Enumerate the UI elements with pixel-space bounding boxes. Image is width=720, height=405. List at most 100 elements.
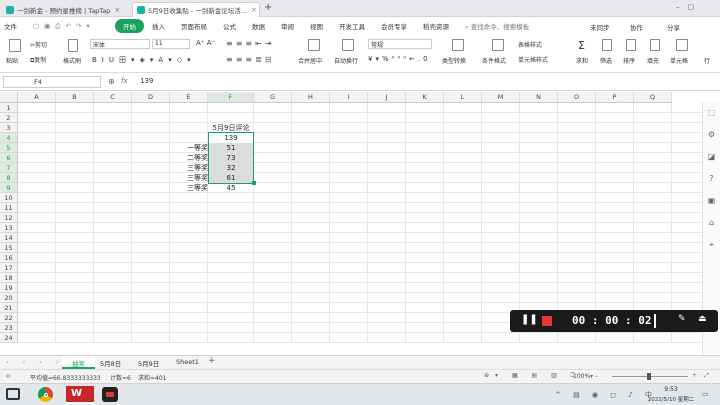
row-header-20[interactable]: 20: [0, 293, 18, 303]
close-icon[interactable]: ×: [251, 6, 257, 14]
cell-f7[interactable]: 32: [208, 163, 254, 173]
row-header-3[interactable]: 3: [0, 123, 18, 133]
merge-center-button[interactable]: 合并居中: [298, 56, 322, 65]
cell-f9[interactable]: 45: [208, 183, 254, 193]
row-header-18[interactable]: 18: [0, 273, 18, 283]
copy-button[interactable]: ⧉复制: [30, 55, 46, 65]
row-header-12[interactable]: 12: [0, 213, 18, 223]
sheet-nav-icons[interactable]: ‹ ‹ › ›: [6, 358, 65, 366]
font-size-select[interactable]: 11: [152, 39, 190, 49]
font-style-icons[interactable]: BIU田▾◈▾A▾◇▾: [92, 55, 196, 65]
view-mode-icons[interactable]: ⊕▾ ▦ ▤ ▥ ⎕: [484, 372, 580, 380]
column-header-n[interactable]: N: [520, 92, 558, 103]
cell-f4[interactable]: 139: [208, 133, 254, 143]
column-header-p[interactable]: P: [596, 92, 634, 103]
formula-input[interactable]: 139: [140, 77, 153, 85]
cell-e6[interactable]: 二等奖: [172, 153, 208, 163]
row-header-6[interactable]: 6: [0, 153, 18, 163]
column-header-j[interactable]: J: [368, 92, 406, 103]
zoom-in-icon[interactable]: +: [692, 372, 697, 379]
column-header-g[interactable]: G: [254, 92, 292, 103]
sheet-tab-sheet1[interactable]: Sheet1: [176, 358, 199, 366]
column-header-f[interactable]: F: [208, 92, 254, 103]
notification-icon[interactable]: ▭: [702, 390, 709, 398]
sum-button[interactable]: 求和: [576, 56, 588, 65]
start-icon[interactable]: [6, 388, 20, 400]
menu-data[interactable]: 数据: [244, 21, 273, 31]
stop-icon[interactable]: [542, 316, 552, 326]
cell-f8[interactable]: 61: [208, 173, 254, 183]
menu-page-layout[interactable]: 页面布局: [173, 21, 215, 31]
menu-member[interactable]: 会员专享: [373, 21, 415, 31]
sync-status[interactable]: 未同步: [590, 22, 610, 32]
menu-view[interactable]: 视图: [302, 21, 331, 31]
search-box[interactable]: ⌕ 查找命令、搜索模板: [457, 21, 537, 32]
new-tab-icon[interactable]: +: [264, 2, 272, 13]
column-header-b[interactable]: B: [56, 92, 94, 103]
column-header-h[interactable]: H: [292, 92, 330, 103]
conditional-format-button[interactable]: 条件格式: [482, 56, 506, 65]
tab-taptap[interactable]: 一剑新金 - 预约星推榜 | TapTap ×: [2, 2, 128, 17]
menu-review[interactable]: 审阅: [273, 21, 302, 31]
font-grow-icons[interactable]: A⁺ A⁻: [196, 39, 215, 47]
row-header-5[interactable]: 5: [0, 143, 18, 153]
sort-button[interactable]: 排序: [623, 56, 635, 65]
fx-icon[interactable]: fx: [121, 77, 128, 85]
image-icon[interactable]: ▣: [703, 190, 720, 212]
wrap-text-button[interactable]: 自动换行: [334, 56, 358, 65]
fullscreen-icon[interactable]: ⤢: [704, 372, 709, 380]
row-header-1[interactable]: 1: [0, 103, 18, 113]
row-header-22[interactable]: 22: [0, 313, 18, 323]
paste-button[interactable]: 粘贴: [6, 56, 18, 65]
cell-e8[interactable]: 三等奖: [172, 173, 208, 183]
cell-f3[interactable]: 5月9日评论: [208, 123, 254, 133]
column-header-l[interactable]: L: [444, 92, 482, 103]
row-header-10[interactable]: 10: [0, 193, 18, 203]
row-header-17[interactable]: 17: [0, 263, 18, 273]
column-header-k[interactable]: K: [406, 92, 444, 103]
bookmark-icon[interactable]: ⌂: [703, 212, 720, 234]
cut-button[interactable]: ✂剪切: [30, 40, 47, 49]
select-icon[interactable]: ⬚: [703, 102, 720, 124]
column-header-d[interactable]: D: [132, 92, 170, 103]
spreadsheet-grid[interactable]: ABCDEFGHIJKLMNOPQ 1 2 3 4 5 6 7 8 9 10 11 12 13 14 15 1…: [0, 92, 720, 355]
row-button[interactable]: 行: [704, 56, 710, 65]
window-controls[interactable]: –▢: [676, 3, 702, 11]
table-style-button[interactable]: 表格样式: [518, 40, 542, 49]
menu-home[interactable]: 开始: [115, 19, 144, 33]
zoom-level[interactable]: 100%: [573, 373, 590, 380]
type-convert-button[interactable]: 类型转换: [442, 56, 466, 65]
share-button[interactable]: 分享: [667, 22, 680, 32]
cell-f5[interactable]: 51: [208, 143, 254, 153]
row-header-16[interactable]: 16: [0, 253, 18, 263]
row-header-15[interactable]: 15: [0, 243, 18, 253]
adjust-icon[interactable]: ⚙: [703, 124, 720, 146]
row-header-23[interactable]: 23: [0, 323, 18, 333]
align-icons-top[interactable]: ≡≡≡⇤⇥: [226, 39, 275, 48]
column-header-c[interactable]: C: [94, 92, 132, 103]
zoom-icon[interactable]: ⊕: [108, 77, 115, 86]
name-box[interactable]: F4: [3, 76, 101, 88]
menu-file[interactable]: 文件: [0, 21, 25, 31]
add-sheet-icon[interactable]: +: [208, 356, 216, 366]
cell-e7[interactable]: 三等奖: [172, 163, 208, 173]
column-header-e[interactable]: E: [170, 92, 208, 103]
column-header-i[interactable]: I: [330, 92, 368, 103]
pen-icon[interactable]: ✎: [678, 314, 686, 324]
row-header-24[interactable]: 24: [0, 333, 18, 343]
tray-icons[interactable]: ^ ▤ ◉ ◻ ♪ 中: [555, 390, 657, 400]
column-header-a[interactable]: A: [18, 92, 56, 103]
row-header-13[interactable]: 13: [0, 223, 18, 233]
location-icon[interactable]: ⌖: [703, 234, 720, 256]
menu-developer[interactable]: 开发工具: [331, 21, 373, 31]
sheet-tab-may8[interactable]: 5月8日: [100, 358, 121, 368]
collab-button[interactable]: 协作: [630, 22, 643, 32]
font-select[interactable]: 宋体: [90, 39, 150, 49]
fill-button[interactable]: 填充: [647, 56, 659, 65]
column-header-m[interactable]: M: [482, 92, 520, 103]
macro-icon[interactable]: ⎆: [6, 373, 11, 381]
row-header-11[interactable]: 11: [0, 203, 18, 213]
number-format-select[interactable]: 常规: [368, 39, 432, 49]
cell-f6[interactable]: 73: [208, 153, 254, 163]
sheet-tab-may9[interactable]: 5月9日: [138, 358, 159, 368]
